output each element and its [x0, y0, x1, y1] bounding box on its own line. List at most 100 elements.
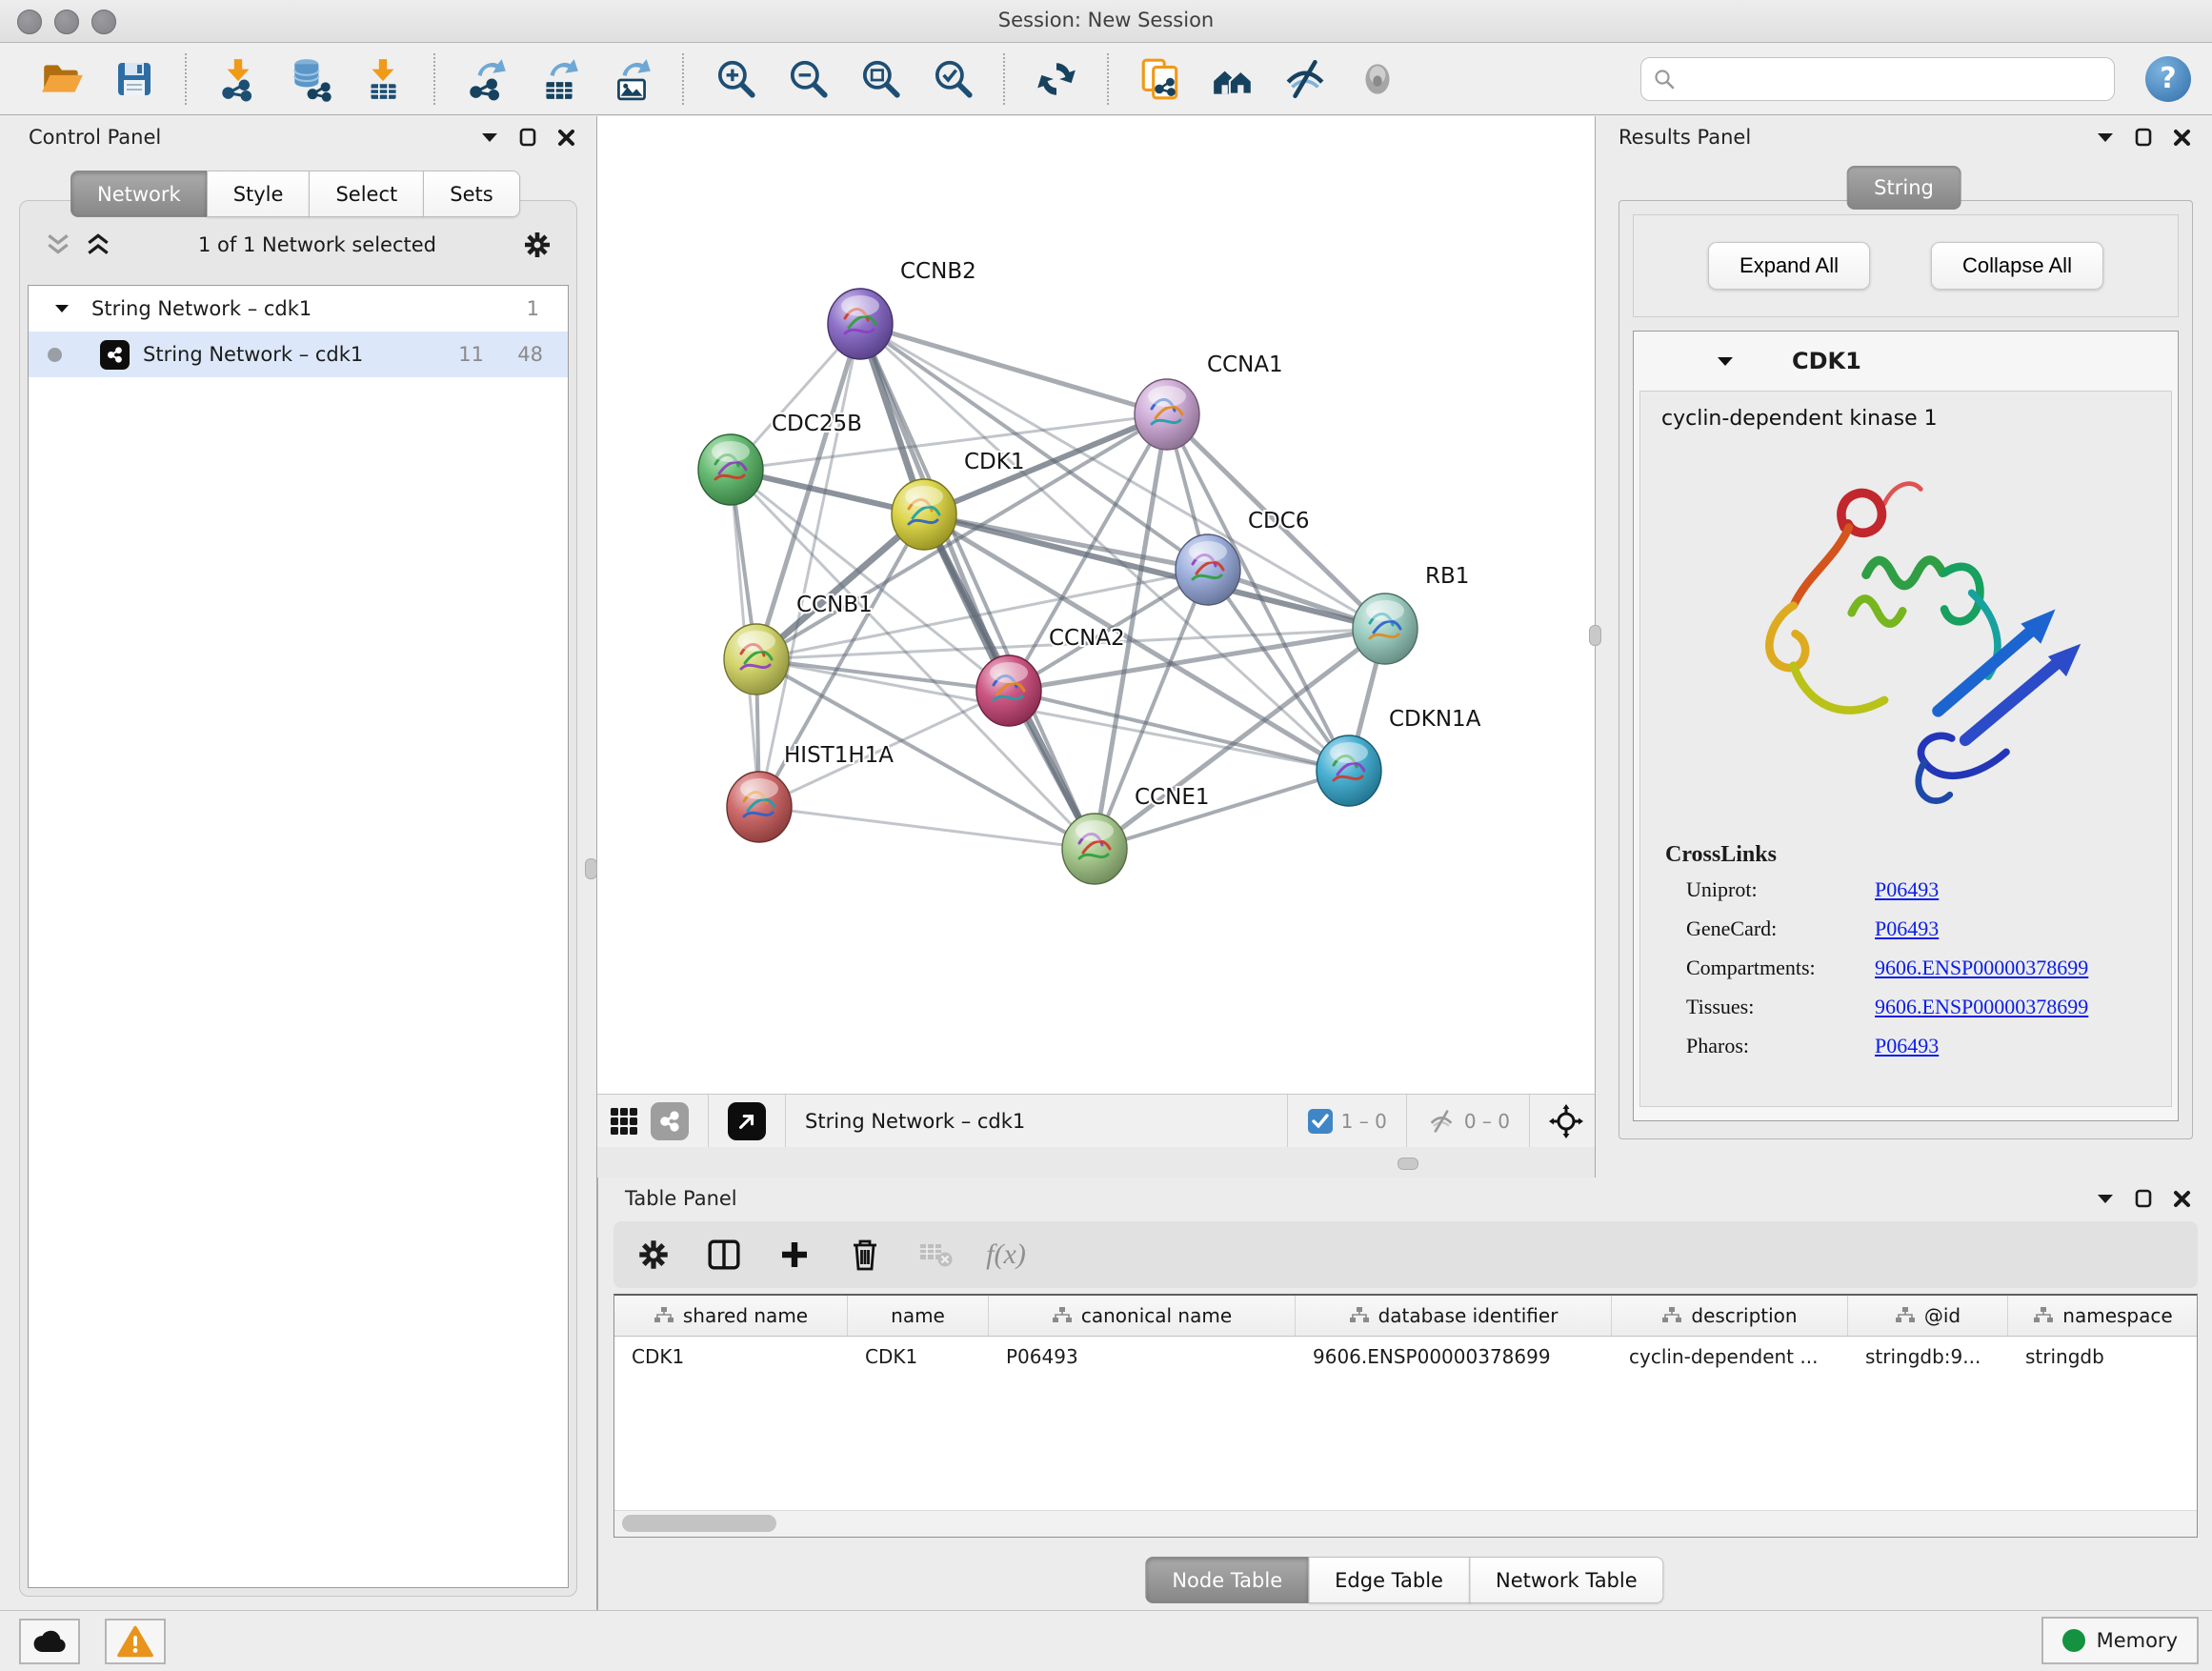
splitter-handle[interactable]	[585, 858, 597, 879]
refresh-view-button[interactable]	[1027, 51, 1086, 107]
open-in-new-window-icon[interactable]	[728, 1102, 766, 1140]
panel-close-icon[interactable]	[2173, 1190, 2191, 1208]
table-panel: Table Panel	[597, 1178, 2212, 1610]
crosslink-link[interactable]: 9606.ENSP00000378699	[1875, 956, 2088, 980]
pan-crosshair-icon[interactable]	[1549, 1104, 1583, 1138]
delete-column-button[interactable]	[844, 1232, 886, 1278]
create-network-from-selection-button[interactable]	[1131, 51, 1190, 107]
crosslink-link[interactable]: P06493	[1875, 916, 1939, 941]
protein-description: cyclin-dependent kinase 1	[1661, 407, 2171, 431]
hidden-eye-icon[interactable]	[1426, 1108, 1457, 1135]
tab-edge-table[interactable]: Edge Table	[1308, 1557, 1470, 1603]
export-network-button[interactable]	[457, 51, 516, 107]
panel-menu-icon[interactable]	[2097, 131, 2114, 143]
network-node-ccna1[interactable]: CCNA1	[1135, 352, 1283, 450]
tab-sets[interactable]: Sets	[423, 171, 519, 217]
zoom-in-button[interactable]	[706, 51, 765, 107]
import-table-button[interactable]	[353, 51, 412, 107]
column-header-shared-name[interactable]: shared name	[614, 1296, 848, 1336]
collapse-all-button[interactable]: Collapse All	[1931, 242, 2103, 290]
panel-float-icon[interactable]	[519, 128, 536, 147]
column-header-name[interactable]: name	[848, 1296, 989, 1336]
import-table-icon	[360, 56, 406, 102]
network-edge[interactable]	[860, 324, 1095, 849]
share-network-icon[interactable]	[651, 1102, 689, 1140]
birds-eye-view-icon[interactable]	[609, 1106, 639, 1137]
crosslink-row: Compartments:9606.ENSP00000378699	[1686, 956, 2171, 980]
add-column-button[interactable]	[774, 1232, 815, 1278]
tab-node-table[interactable]: Node Table	[1145, 1557, 1309, 1603]
warnings-button[interactable]	[105, 1619, 166, 1664]
first-neighbors-button[interactable]	[1203, 51, 1262, 107]
table-settings-button[interactable]	[633, 1232, 674, 1278]
network-edge[interactable]	[759, 324, 860, 807]
column-header-database-identifier[interactable]: database identifier	[1296, 1296, 1612, 1336]
panel-float-icon[interactable]	[2135, 128, 2152, 147]
tab-network-table[interactable]: Network Table	[1469, 1557, 1664, 1603]
panel-close-icon[interactable]	[2173, 129, 2191, 147]
crosslink-link[interactable]: P06493	[1875, 877, 1939, 902]
network-node-hist1h1a[interactable]: HIST1H1A	[727, 743, 894, 842]
network-collection-row[interactable]: String Network – cdk1 1	[29, 286, 568, 332]
import-network-database-button[interactable]	[281, 51, 340, 107]
open-session-button[interactable]	[32, 51, 91, 107]
control-panel: Control Panel NetworkStyleSelectSets 1 o	[0, 116, 597, 1610]
show-all-button[interactable]	[1348, 51, 1407, 107]
network-row-selected[interactable]: String Network – cdk1 11 48	[29, 332, 568, 377]
tab-string[interactable]: String	[1846, 166, 1961, 210]
network-edge[interactable]	[860, 324, 1167, 414]
save-session-button[interactable]	[105, 51, 164, 107]
column-header--id[interactable]: @id	[1848, 1296, 2008, 1336]
zoom-fit-icon	[857, 56, 903, 102]
table-row[interactable]: CDK1CDK1P064939606.ENSP00000378699cyclin…	[614, 1337, 2197, 1377]
search-input[interactable]	[1683, 67, 2102, 91]
zoom-fit-button[interactable]	[851, 51, 910, 107]
scrollbar-thumb[interactable]	[622, 1515, 776, 1532]
network-graph[interactable]: CCNB2CCNA1CDC25BCDK1CDC6RB1CCNB1CCNA2CDK…	[597, 116, 1595, 1094]
network-node-rb1[interactable]: RB1	[1353, 564, 1469, 664]
network-node-ccnb2[interactable]: CCNB2	[828, 259, 976, 359]
column-header-canonical-name[interactable]: canonical name	[989, 1296, 1296, 1336]
import-network-file-button[interactable]	[209, 51, 268, 107]
expand-all-icon[interactable]	[85, 232, 111, 257]
export-table-button[interactable]	[530, 51, 589, 107]
network-edge[interactable]	[1095, 771, 1349, 849]
show-columns-button[interactable]	[703, 1232, 745, 1278]
network-canvas[interactable]: CCNB2CCNA1CDC25BCDK1CDC6RB1CCNB1CCNA2CDK…	[597, 116, 1595, 1094]
expand-all-button[interactable]: Expand All	[1708, 242, 1870, 290]
network-edge[interactable]	[756, 659, 1009, 691]
export-network-icon	[464, 56, 510, 102]
gear-icon[interactable]	[523, 231, 552, 259]
network-node-cdc25b[interactable]: CDC25B	[698, 412, 862, 505]
network-edge[interactable]	[1009, 691, 1349, 771]
crosslink-link[interactable]: P06493	[1875, 1034, 1939, 1058]
column-header-namespace[interactable]: namespace	[2008, 1296, 2197, 1336]
tab-network[interactable]: Network	[70, 171, 208, 217]
memory-button[interactable]: Memory	[2041, 1617, 2199, 1664]
hide-selection-button[interactable]	[1276, 51, 1335, 107]
tab-select[interactable]: Select	[309, 171, 424, 217]
crosslink-link[interactable]: 9606.ENSP00000378699	[1875, 995, 2088, 1019]
panel-close-icon[interactable]	[557, 129, 575, 147]
zoom-out-button[interactable]	[778, 51, 837, 107]
selected-checkbox-icon[interactable]	[1307, 1108, 1334, 1135]
column-header-description[interactable]: description	[1612, 1296, 1848, 1336]
panel-float-icon[interactable]	[2135, 1189, 2152, 1208]
cloud-status-button[interactable]	[19, 1619, 80, 1664]
horizontal-scrollbar[interactable]	[614, 1510, 2197, 1537]
section-expander-icon[interactable]	[1718, 356, 1733, 367]
network-node-cdkn1a[interactable]: CDKN1A	[1317, 707, 1481, 806]
tab-style[interactable]: Style	[207, 171, 311, 217]
network-edge[interactable]	[860, 324, 1385, 629]
panel-menu-icon[interactable]	[2097, 1193, 2114, 1204]
splitter-handle[interactable]	[1398, 1158, 1418, 1170]
zoom-selected-button[interactable]	[923, 51, 982, 107]
tree-expander-icon[interactable]	[55, 304, 69, 313]
help-button[interactable]: ?	[2145, 56, 2191, 102]
network-edge[interactable]	[759, 807, 1095, 849]
splitter-handle[interactable]	[1589, 625, 1601, 646]
collapse-all-icon[interactable]	[45, 232, 71, 257]
horizontal-splitter[interactable]	[597, 1147, 1595, 1178]
panel-menu-icon[interactable]	[481, 131, 498, 143]
export-image-button[interactable]	[602, 51, 661, 107]
